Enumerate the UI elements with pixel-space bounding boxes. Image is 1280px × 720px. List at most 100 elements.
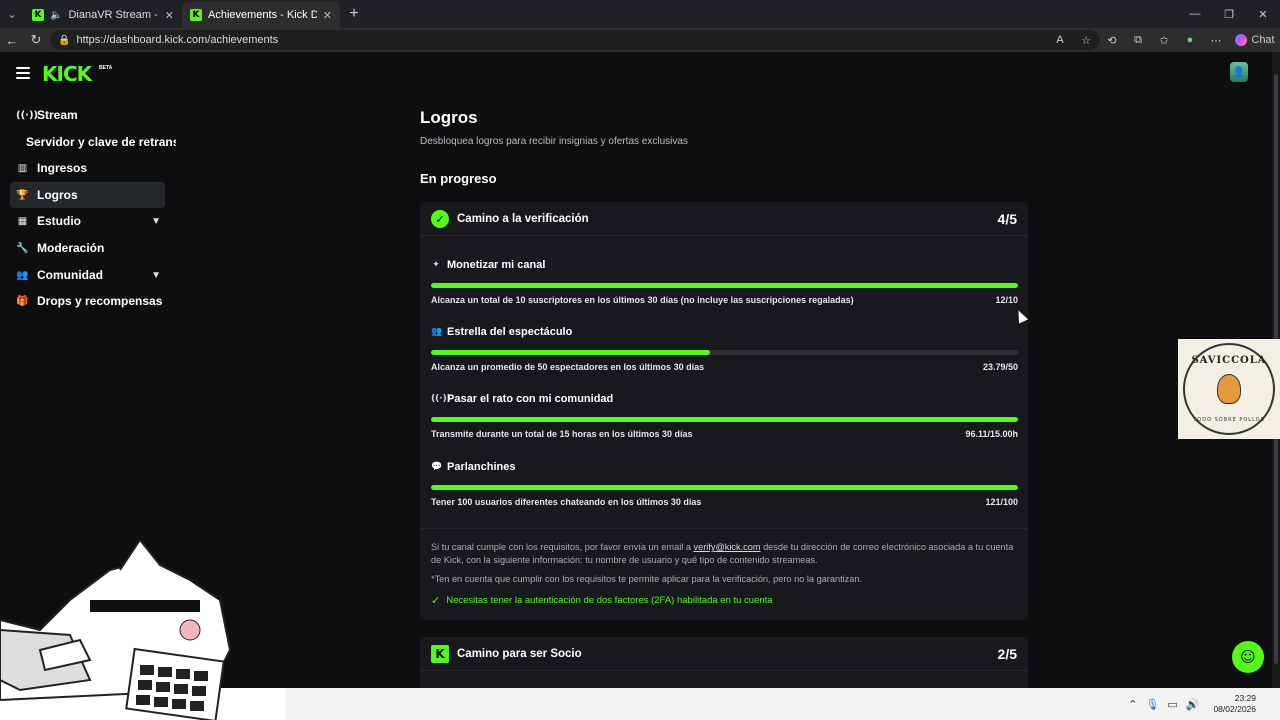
sidebar-item-estudio[interactable]: ▦ Estudio ▼ xyxy=(10,208,165,234)
restore-icon[interactable]: ❐ xyxy=(1212,0,1246,28)
sidebar-item-moderacion[interactable]: 🔧 Moderación xyxy=(10,235,165,261)
favorite-star-icon[interactable]: ☆ xyxy=(1074,28,1098,52)
sidebar-item-label: Ingresos xyxy=(37,161,88,175)
progress-bar xyxy=(431,350,1018,355)
card-title: Camino para ser Socio xyxy=(457,648,582,660)
divider xyxy=(420,528,1028,529)
tab-title: Achievements - Kick Dashboard xyxy=(208,9,317,21)
sidebar-item-stream-key[interactable]: Servidor y clave de retransmisión xyxy=(26,135,176,149)
close-tab-icon[interactable]: ✕ xyxy=(323,9,332,22)
progress-bar xyxy=(431,283,1018,288)
sparkle-icon: ✦ xyxy=(432,260,440,270)
url-text: https://dashboard.kick.com/achievements xyxy=(76,34,279,46)
hamburger-menu-icon[interactable] xyxy=(16,67,30,79)
more-menu-icon[interactable]: ⋯ xyxy=(1204,28,1228,52)
address-bar[interactable]: 🔒 https://dashboard.kick.com/achievement… xyxy=(50,30,1100,50)
people-icon: 👥 xyxy=(16,269,29,281)
card-title: Camino a la verificación xyxy=(457,213,589,225)
achievement-title: Pasar el rato con mi comunidad xyxy=(447,393,614,405)
achievement-title: Parlanchines xyxy=(447,461,516,473)
chat-label: Chat xyxy=(1251,34,1275,46)
sidebar-item-label: Moderación xyxy=(37,241,105,255)
extensions-icon[interactable]: ⟲ xyxy=(1100,28,1124,52)
requirement-text: Necesitas tener la autenticación de dos … xyxy=(446,595,773,606)
people-star-icon: 👥 xyxy=(431,327,443,337)
minimize-icon[interactable]: — xyxy=(1178,0,1212,28)
chevron-down-icon[interactable]: ▼ xyxy=(151,216,161,227)
user-avatar[interactable]: 👤 xyxy=(1230,62,1248,82)
clock-date: 08/02/2026 xyxy=(1213,704,1256,714)
tab-actions-chevron-icon[interactable]: ⌄ xyxy=(0,0,24,28)
sidebar-item-label: Stream xyxy=(37,108,78,122)
sidebar-item-ingresos[interactable]: ▥ Ingresos xyxy=(10,155,165,181)
logo-bottom-text: TODO SOBRE POLLOS xyxy=(1193,417,1265,423)
profile-avatar-icon[interactable]: ● xyxy=(1178,28,1202,52)
kick-logo[interactable]: KICK xyxy=(42,62,92,86)
browser-tab-achievements[interactable]: K Achievements - Kick Dashboard ✕ xyxy=(182,2,340,28)
cat-keyboard-overlay xyxy=(0,540,285,720)
trophy-icon: 🏆 xyxy=(16,189,29,201)
logo-top-text: SAVICCOLA xyxy=(1191,355,1267,366)
achievement-value: 12/10 xyxy=(995,295,1018,305)
kick-favicon-icon: K xyxy=(190,9,202,21)
favorites-icon[interactable]: ✩ xyxy=(1152,28,1176,52)
chevron-up-icon[interactable]: ⌃ xyxy=(1128,698,1137,711)
network-icon[interactable]: ▭ xyxy=(1167,698,1177,711)
verify-email-link[interactable]: verify@kick.com xyxy=(694,542,761,552)
sidebar-item-label: Drops y recompensas xyxy=(37,294,163,308)
card-header[interactable]: ✓ Camino a la verificación 4/5 xyxy=(420,202,1028,236)
gift-icon: 🎁 xyxy=(16,295,29,307)
support-chat-button[interactable]: ☺ xyxy=(1232,641,1264,673)
chat-bubble-icon: 💬 xyxy=(431,462,443,472)
page-subtitle: Desbloquea logros para recibir insignias… xyxy=(420,136,688,147)
read-aloud-icon[interactable]: A xyxy=(1048,28,1072,52)
clock[interactable]: 23:29 08/02/2026 xyxy=(1213,693,1256,715)
browser-tab-bar: ⌄ K 🔈 DianaVR Stream - Watch Live ✕ K Ac… xyxy=(0,0,1280,28)
wrench-icon: 🔧 xyxy=(16,242,29,254)
copilot-chat-button[interactable]: Chat xyxy=(1230,28,1280,52)
new-tab-button[interactable]: + xyxy=(340,5,368,23)
achievement-description: Alcanza un promedio de 50 espectadores e… xyxy=(431,362,705,372)
verified-badge-icon: ✓ xyxy=(431,210,449,228)
sidebar-item-drops[interactable]: 🎁 Drops y recompensas xyxy=(10,288,165,314)
sidebar-item-logros[interactable]: 🏆 Logros xyxy=(10,182,165,208)
system-tray: ⌃ 🎙 ▭ 🔊 23:29 08/02/2026 xyxy=(1128,688,1256,720)
achievement-description: Tener 100 usuarios diferentes chateando … xyxy=(431,497,702,507)
verification-disclaimer: *Ten en cuenta que cumplir con los requi… xyxy=(431,574,863,584)
achievement-title: Estrella del espectáculo xyxy=(447,326,573,338)
microphone-icon[interactable]: 🎙 xyxy=(1145,698,1159,711)
browser-toolbar: ← ↻ 🔒 https://dashboard.kick.com/achieve… xyxy=(0,28,1280,52)
broadcast-icon: ((·)) xyxy=(431,394,451,404)
verification-note: Si tu canal cumple con los requisitos, p… xyxy=(431,542,1014,565)
lock-icon: 🔒 xyxy=(58,34,71,46)
clock-time: 23:29 xyxy=(1234,693,1256,703)
sidebar-item-comunidad[interactable]: 👥 Comunidad ▼ xyxy=(10,262,165,288)
close-tab-icon[interactable]: ✕ xyxy=(165,9,174,22)
speaker-icon: 🔈 xyxy=(50,9,63,21)
app-header: KICK BETA 👤 xyxy=(0,52,1280,96)
achievement-description: Alcanza un total de 10 suscriptores en l… xyxy=(431,295,854,305)
card-header[interactable]: K Camino para ser Socio 2/5 xyxy=(420,637,1028,671)
sidebar-item-stream[interactable]: ((·)) Stream xyxy=(10,102,165,128)
achievement-value: 23.79/50 xyxy=(982,362,1018,372)
volume-icon[interactable]: 🔊 xyxy=(1186,698,1200,711)
chart-icon: ▥ xyxy=(17,162,28,174)
windows-taskbar: ⌃ 🎙 ▭ 🔊 23:29 08/02/2026 xyxy=(285,688,1280,720)
browser-tab-stream[interactable]: K 🔈 DianaVR Stream - Watch Live ✕ xyxy=(24,2,182,28)
kick-icon: K xyxy=(431,645,449,663)
card-progress-count: 4/5 xyxy=(997,211,1017,227)
sidebar-item-label: Estudio xyxy=(37,214,81,228)
progress-bar xyxy=(431,417,1018,422)
reload-button[interactable]: ↻ xyxy=(24,28,48,52)
kick-favicon-icon: K xyxy=(32,9,44,21)
tab-title: DianaVR Stream - Watch Live xyxy=(68,9,158,21)
section-title: En progreso xyxy=(420,171,497,186)
broadcast-icon: ((·)) xyxy=(16,109,39,121)
close-window-icon[interactable]: ✕ xyxy=(1246,0,1280,28)
grid-icon: ▦ xyxy=(17,215,28,227)
chevron-down-icon[interactable]: ▼ xyxy=(151,270,161,281)
achievement-title: Monetizar mi canal xyxy=(447,259,546,271)
achievement-value: 96.11/15.00h xyxy=(965,429,1018,439)
split-screen-icon[interactable]: ⧉ xyxy=(1126,28,1150,52)
back-button[interactable]: ← xyxy=(0,28,24,52)
